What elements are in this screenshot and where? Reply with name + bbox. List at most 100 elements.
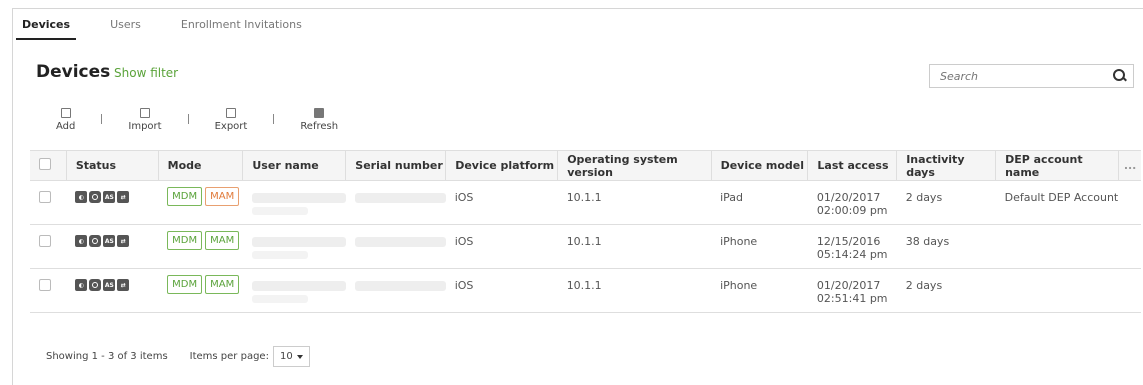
model-cell: iPhone: [720, 279, 758, 292]
last-access-cell: 12/15/2016 05:14:24 pm: [808, 225, 897, 269]
last-access-date: 01/20/2017: [816, 191, 881, 204]
tab-users[interactable]: Users: [110, 12, 141, 40]
row-checkbox[interactable]: [39, 235, 51, 247]
serial-number-cell: [346, 225, 446, 269]
redacted-serial-number: [354, 237, 446, 247]
chevron-down-icon: [296, 354, 303, 359]
model-cell: iPhone: [720, 235, 758, 248]
platform-cell: iOS: [454, 279, 474, 292]
column-header-user-name[interactable]: User name: [242, 150, 347, 181]
row-select-cell: [30, 181, 66, 225]
mode-badges: MDM MAM: [167, 231, 243, 250]
last-access-time: 02:00:09 pm: [816, 204, 888, 217]
ring-icon: [92, 282, 99, 288]
row-checkbox[interactable]: [39, 279, 51, 291]
add-button[interactable]: Add: [56, 108, 75, 132]
pagination-summary: Showing 1 - 3 of 3 items: [46, 351, 168, 362]
last-access-cell: 01/20/2017 02:51:41 pm: [808, 269, 897, 313]
shuffle-status-icon: ⇄: [117, 191, 130, 203]
row-checkbox[interactable]: [39, 191, 51, 203]
as-status-icon: AS: [103, 279, 116, 291]
platform-cell: iOS: [454, 235, 474, 248]
row-select-cell: [30, 269, 66, 313]
refresh-icon: [314, 108, 325, 118]
dep-account-cell: Default DEP Account: [1004, 191, 1119, 204]
managed-status-icon: [89, 235, 102, 247]
refresh-button[interactable]: Refresh: [300, 108, 338, 132]
mdm-badge: MDM: [167, 275, 203, 294]
mam-badge: MAM: [205, 231, 240, 250]
redacted-serial-number: [354, 281, 446, 291]
mode-cell: MDM MAM: [158, 181, 243, 225]
redacted-user-name: [251, 295, 309, 303]
as-status-icon: AS: [103, 191, 116, 203]
user-name-cell: [243, 225, 346, 269]
redacted-user-name: [251, 281, 346, 291]
last-access-time: 02:51:41 pm: [816, 292, 888, 305]
device-status-icon: ◐: [75, 191, 88, 203]
row-spacer-cell: [1119, 269, 1141, 313]
table-row[interactable]: ◐ AS ⇄ MDM MAM iOS 10.1.1 iPad 01/20/2017 02…: [30, 181, 1141, 225]
managed-status-icon: [89, 279, 102, 291]
status-icons: ◐ AS ⇄: [75, 235, 158, 247]
device-status-icon: ◐: [75, 235, 88, 247]
export-label: Export: [214, 121, 248, 132]
tab-enrollment-invitations[interactable]: Enrollment Invitations: [181, 12, 302, 40]
search-box: [929, 64, 1134, 88]
search-input[interactable]: [940, 69, 1100, 83]
os-version-cell: 10.1.1: [566, 279, 602, 292]
last-access-date: 01/20/2017: [816, 279, 881, 292]
column-header-os-version[interactable]: Operating system version: [557, 150, 712, 181]
status-icons: ◐ AS ⇄: [75, 191, 158, 203]
shuffle-status-icon: ⇄: [117, 279, 130, 291]
column-header-device-model[interactable]: Device model: [711, 150, 809, 181]
column-header-status[interactable]: Status: [66, 150, 159, 181]
column-header-inactivity-days[interactable]: Inactivity days: [896, 150, 997, 181]
refresh-label: Refresh: [300, 121, 339, 132]
user-name-cell: [243, 269, 346, 313]
as-status-icon: AS: [103, 235, 116, 247]
os-version-cell: 10.1.1: [566, 191, 602, 204]
column-header-device-platform[interactable]: Device platform: [445, 150, 559, 181]
redacted-user-name: [251, 207, 309, 215]
inactivity-cell: 2 days: [905, 191, 943, 204]
select-all-checkbox[interactable]: [39, 158, 51, 170]
serial-number-cell: [346, 269, 446, 313]
import-button[interactable]: Import: [128, 108, 162, 132]
mdm-badge: MDM: [167, 231, 203, 250]
devices-table: Status Mode User name Serial number Devi…: [30, 150, 1141, 313]
status-cell: ◐ AS ⇄: [66, 181, 158, 225]
export-button[interactable]: Export: [214, 108, 248, 132]
managed-status-icon: [89, 191, 102, 203]
table-row[interactable]: ◐ AS ⇄ MDM MAM iOS 10.1.1 iPhone 12/15/2016…: [30, 225, 1141, 269]
status-cell: ◐ AS ⇄: [66, 225, 158, 269]
shuffle-status-icon: ⇄: [117, 235, 130, 247]
items-per-page-select[interactable]: 10: [272, 346, 310, 367]
column-header-mode[interactable]: Mode: [158, 150, 244, 181]
last-access-date: 12/15/2016: [816, 235, 881, 248]
mdm-badge: MDM: [167, 187, 203, 206]
row-spacer-cell: [1119, 225, 1141, 269]
user-name-cell: [243, 181, 346, 225]
add-label: Add: [56, 121, 76, 132]
table-row[interactable]: ◐ AS ⇄ MDM MAM iOS 10.1.1 iPhone 01/20/2017…: [30, 269, 1141, 313]
column-header-last-access[interactable]: Last access: [807, 150, 898, 181]
table-header-row: Status Mode User name Serial number Devi…: [30, 150, 1141, 181]
serial-number-cell: [346, 181, 446, 225]
redacted-user-name: [251, 237, 346, 247]
search-icon[interactable]: [1113, 69, 1127, 83]
inactivity-cell: 2 days: [905, 279, 943, 292]
ring-icon: [92, 238, 99, 244]
last-access-time: 05:14:24 pm: [816, 248, 888, 261]
last-access-cell: 01/20/2017 02:00:09 pm: [808, 181, 897, 225]
column-header-dep-account-name[interactable]: DEP account name: [995, 150, 1120, 181]
export-icon: [225, 108, 236, 118]
mode-cell: MDM MAM: [158, 225, 243, 269]
show-filter-link[interactable]: Show filter: [114, 66, 178, 80]
device-status-icon: ◐: [75, 279, 88, 291]
column-options-button[interactable]: ...: [1118, 150, 1141, 181]
column-header-serial-number[interactable]: Serial number: [345, 150, 447, 181]
model-cell: iPad: [720, 191, 743, 204]
status-cell: ◐ AS ⇄: [66, 269, 158, 313]
tab-devices[interactable]: Devices: [16, 12, 77, 40]
